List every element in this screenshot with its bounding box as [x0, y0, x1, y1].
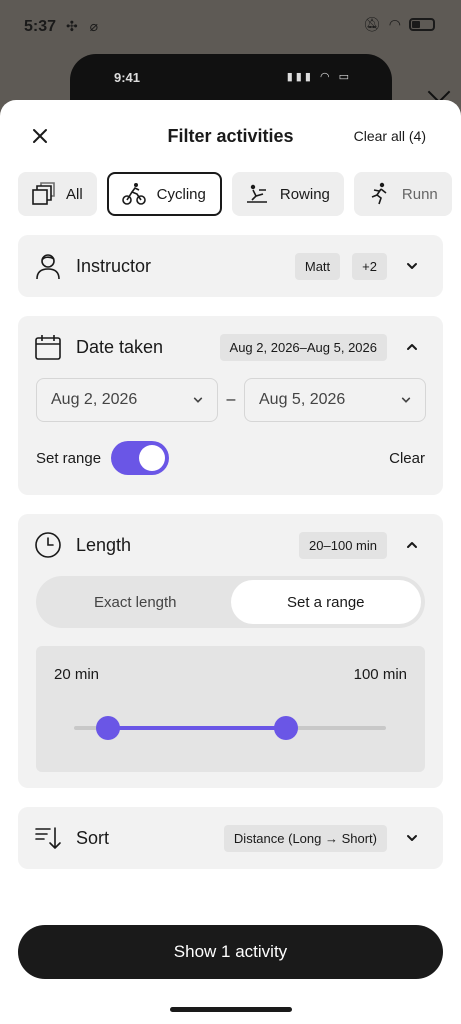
chip-label: All: [66, 185, 83, 203]
sort-title: Sort: [76, 827, 110, 848]
date-separator: –: [226, 391, 236, 408]
start-date-select[interactable]: Aug 2, 2026: [36, 378, 218, 422]
date-range-inputs: Aug 2, 2026 – Aug 5, 2026: [36, 378, 426, 422]
calendar-icon: [34, 333, 62, 361]
slider-max-label: 100 min: [353, 666, 407, 683]
phone-preview-status-icons: ▮▮▮ ◠ ▭: [286, 71, 352, 83]
sort-value-pill: Distance (Long → Short): [223, 824, 387, 852]
clock-icon: [34, 531, 62, 559]
instructor-row[interactable]: Instructor Matt +2: [18, 235, 443, 297]
slider-min-label: 20 min: [54, 666, 100, 683]
instructor-pill-more: +2: [352, 252, 387, 280]
set-range-toggle[interactable]: [111, 441, 170, 475]
length-header[interactable]: Length 20–100 min: [18, 514, 443, 576]
phone-preview-time: 9:41: [114, 70, 141, 85]
slider-selected-range: [108, 726, 287, 730]
end-date-select[interactable]: Aug 5, 2026: [244, 378, 426, 422]
chevron-down-icon: [407, 263, 417, 269]
sort-card[interactable]: Sort Distance (Long → Short): [18, 807, 443, 869]
instructor-expand-button[interactable]: [397, 251, 427, 281]
chip-label: Runn: [401, 185, 438, 203]
home-indicator: [170, 1007, 292, 1012]
length-summary-pill: 20–100 min: [299, 531, 387, 559]
set-range-row: Set range Clear: [36, 440, 425, 476]
rowing-icon: [246, 184, 267, 203]
chip-cycling[interactable]: Cycling: [106, 172, 222, 216]
stack-icon: [32, 182, 55, 205]
length-card: Length 20–100 min Exact length Set a ran…: [18, 514, 443, 788]
chevron-down-icon: [193, 397, 203, 403]
instructor-pill-matt: Matt: [294, 252, 341, 280]
activity-type-chips: All Cycling Rowing Runn: [18, 172, 461, 216]
sort-row[interactable]: Sort Distance (Long → Short): [18, 807, 443, 869]
date-taken-title: Date taken: [76, 336, 164, 357]
chip-all[interactable]: All: [18, 172, 97, 216]
sort-expand-button[interactable]: [397, 823, 427, 853]
length-title: Length: [76, 534, 132, 555]
status-time: 5:37: [24, 18, 57, 35]
chevron-up-icon: [407, 542, 417, 548]
slider-min-handle[interactable]: [96, 716, 121, 740]
clear-all-button[interactable]: Clear all (4): [354, 128, 426, 144]
date-taken-card: Date taken Aug 2, 2026–Aug 5, 2026 Aug 2…: [18, 316, 443, 495]
status-right-icons: 🔕︎ ◠: [363, 16, 435, 33]
clear-date-button[interactable]: Clear: [389, 450, 425, 467]
tab-set-a-range[interactable]: Set a range: [230, 580, 421, 624]
slider-track[interactable]: [74, 716, 386, 740]
chip-running[interactable]: Runn: [353, 172, 452, 216]
mute-icon: 🔕︎: [363, 16, 381, 32]
wifi-icon: ◠: [388, 16, 401, 32]
sort-icon: [34, 824, 62, 852]
chevron-up-icon: [407, 344, 417, 350]
length-range-slider: 20 min 100 min: [36, 646, 425, 772]
set-range-label: Set range: [36, 449, 102, 467]
instructor-title: Instructor: [76, 255, 152, 276]
start-date-value: Aug 2, 2026: [51, 391, 138, 408]
length-mode-segmented: Exact length Set a range: [36, 576, 425, 628]
instructor-card[interactable]: Instructor Matt +2: [18, 235, 443, 297]
status-left-icons: ✣ ⌀: [66, 18, 103, 34]
toggle-knob: [139, 445, 166, 471]
date-summary-pill: Aug 2, 2026–Aug 5, 2026: [219, 333, 387, 361]
filter-sheet: Filter activities Clear all (4) All Cycl…: [0, 100, 461, 1024]
show-activities-button[interactable]: Show 1 activity: [18, 925, 443, 979]
date-collapse-button[interactable]: [397, 332, 427, 362]
person-icon: [34, 252, 62, 280]
chevron-down-icon: [401, 397, 411, 403]
chip-label: Rowing: [279, 185, 330, 203]
date-taken-header[interactable]: Date taken Aug 2, 2026–Aug 5, 2026: [18, 316, 443, 378]
cycling-icon: [121, 183, 146, 205]
length-collapse-button[interactable]: [397, 530, 427, 560]
sheet-header: Filter activities Clear all (4): [0, 100, 461, 172]
running-icon: [371, 182, 387, 205]
slider-max-handle[interactable]: [274, 716, 299, 740]
end-date-value: Aug 5, 2026: [259, 391, 346, 408]
status-bar: 5:37 ✣ ⌀ 🔕︎ ◠: [0, 0, 461, 56]
battery-icon: [409, 18, 435, 31]
chip-rowing[interactable]: Rowing: [231, 172, 344, 216]
tab-exact-length[interactable]: Exact length: [40, 580, 231, 624]
chevron-down-icon: [407, 835, 417, 841]
chip-label: Cycling: [156, 185, 206, 203]
